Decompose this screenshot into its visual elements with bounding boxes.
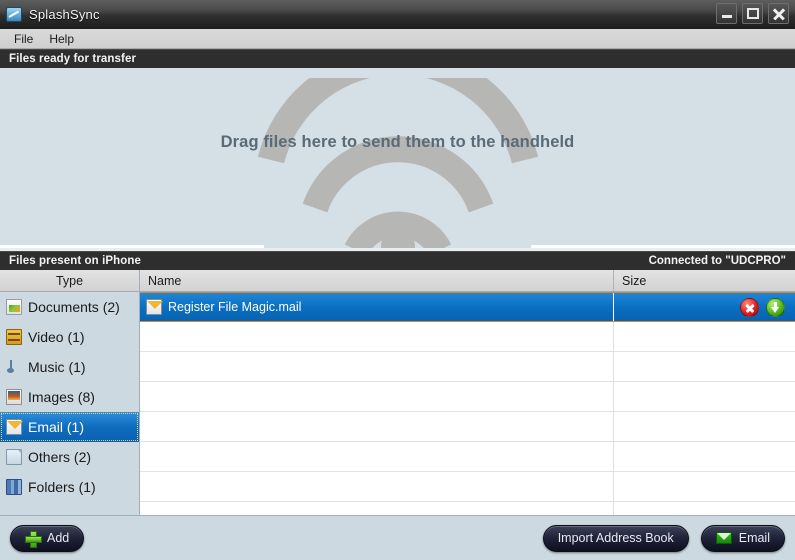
page-icon bbox=[6, 449, 22, 465]
add-button[interactable]: Add bbox=[10, 524, 85, 552]
delete-file-button[interactable] bbox=[740, 297, 759, 317]
sidebar-item-documents[interactable]: Documents (2) bbox=[0, 292, 139, 322]
file-name-cell bbox=[140, 412, 614, 441]
window-title: SplashSync bbox=[29, 7, 100, 22]
image-icon bbox=[6, 389, 22, 405]
drop-zone-inset-right bbox=[531, 245, 795, 248]
device-section-header: Files present on iPhone Connected to "UD… bbox=[0, 251, 795, 270]
file-size-cell bbox=[614, 382, 795, 411]
file-size-cell bbox=[614, 352, 795, 381]
table-row-empty[interactable] bbox=[140, 352, 795, 382]
menu-item-help[interactable]: Help bbox=[41, 31, 82, 47]
file-name-label: Register File Magic.mail bbox=[168, 300, 302, 314]
column-header-size[interactable]: Size bbox=[614, 270, 795, 291]
file-list-body: Register File Magic.mail bbox=[140, 292, 795, 515]
drop-zone[interactable]: Drag files here to send them to the hand… bbox=[0, 68, 795, 251]
table-row-empty[interactable] bbox=[140, 502, 795, 515]
minimize-icon bbox=[722, 15, 732, 18]
maximize-icon bbox=[747, 8, 759, 19]
file-size-cell bbox=[614, 293, 795, 321]
file-list: Name Size Register File Magic.mail bbox=[140, 270, 795, 515]
main-content: Type Documents (2) Video (1) Music (1) I… bbox=[0, 270, 795, 515]
file-size-cell bbox=[614, 472, 795, 501]
table-row-empty[interactable] bbox=[140, 442, 795, 472]
toolbar-right-group: Import Address Book Email bbox=[542, 524, 785, 552]
sidebar-item-label: Documents (2) bbox=[28, 299, 120, 315]
file-name-cell bbox=[140, 502, 614, 515]
sidebar-item-folders[interactable]: Folders (1) bbox=[0, 472, 139, 502]
mail-icon bbox=[146, 299, 163, 315]
download-file-button[interactable] bbox=[766, 297, 785, 317]
window-controls bbox=[716, 3, 789, 24]
device-section-label: Files present on iPhone bbox=[9, 255, 142, 267]
file-size-cell bbox=[614, 442, 795, 471]
maximize-button[interactable] bbox=[742, 3, 763, 24]
table-row-empty[interactable] bbox=[140, 412, 795, 442]
menu-bar: File Help bbox=[0, 29, 795, 49]
document-icon bbox=[6, 299, 22, 315]
minimize-button[interactable] bbox=[716, 3, 737, 24]
sidebar-item-label: Music (1) bbox=[28, 359, 86, 375]
email-button[interactable]: Email bbox=[700, 524, 785, 552]
table-row[interactable]: Register File Magic.mail bbox=[140, 292, 795, 322]
sidebar-item-images[interactable]: Images (8) bbox=[0, 382, 139, 412]
folder-icon bbox=[6, 479, 22, 495]
video-icon bbox=[6, 329, 22, 345]
add-button-label: Add bbox=[47, 531, 70, 545]
connection-status: Connected to "UDCPRO" bbox=[648, 255, 786, 267]
import-address-book-button[interactable]: Import Address Book bbox=[542, 524, 689, 552]
table-row-empty[interactable] bbox=[140, 382, 795, 412]
file-name-cell bbox=[140, 472, 614, 501]
file-name-cell bbox=[140, 322, 614, 351]
file-size-cell bbox=[614, 322, 795, 351]
sidebar-item-others[interactable]: Others (2) bbox=[0, 442, 139, 472]
file-name-cell bbox=[140, 442, 614, 471]
sidebar-item-email[interactable]: Email (1) bbox=[0, 412, 139, 442]
drop-zone-text: Drag files here to send them to the hand… bbox=[220, 133, 575, 151]
sidebar-item-label: Email (1) bbox=[28, 419, 85, 435]
file-size-cell bbox=[614, 412, 795, 441]
file-list-header: Name Size bbox=[140, 270, 795, 292]
plus-icon bbox=[25, 530, 42, 548]
file-size-cell bbox=[614, 502, 795, 515]
table-row-empty[interactable] bbox=[140, 472, 795, 502]
wifi-icon bbox=[257, 78, 538, 248]
table-row-empty[interactable] bbox=[140, 322, 795, 352]
email-button-label: Email bbox=[738, 531, 770, 545]
transfer-section-label: Files ready for transfer bbox=[9, 53, 137, 65]
mail-icon bbox=[6, 419, 23, 435]
sidebar-item-label: Others (2) bbox=[28, 449, 92, 465]
sidebar-item-music[interactable]: Music (1) bbox=[0, 352, 139, 382]
type-sidebar: Type Documents (2) Video (1) Music (1) I… bbox=[0, 270, 140, 515]
sidebar-item-label: Folders (1) bbox=[28, 479, 96, 495]
app-icon bbox=[6, 7, 22, 22]
sidebar-item-label: Video (1) bbox=[28, 329, 85, 345]
close-button[interactable] bbox=[768, 3, 789, 24]
drop-zone-inset-left bbox=[0, 245, 264, 248]
menu-item-file[interactable]: File bbox=[6, 31, 41, 47]
music-icon bbox=[6, 359, 22, 375]
envelope-icon bbox=[715, 532, 732, 544]
column-header-name[interactable]: Name bbox=[140, 270, 614, 291]
sidebar-column-header: Type bbox=[0, 270, 139, 292]
transfer-section-header: Files ready for transfer bbox=[0, 49, 795, 68]
file-name-cell bbox=[140, 352, 614, 381]
title-bar: SplashSync bbox=[0, 0, 795, 29]
splashsync-window: SplashSync File Help Files ready for tra… bbox=[0, 0, 795, 560]
file-name-cell bbox=[140, 382, 614, 411]
sidebar-item-label: Images (8) bbox=[28, 389, 95, 405]
bottom-toolbar: Add Import Address Book Email bbox=[0, 515, 795, 560]
import-button-label: Import Address Book bbox=[557, 531, 674, 545]
sidebar-item-video[interactable]: Video (1) bbox=[0, 322, 139, 352]
file-name-cell: Register File Magic.mail bbox=[140, 293, 614, 321]
